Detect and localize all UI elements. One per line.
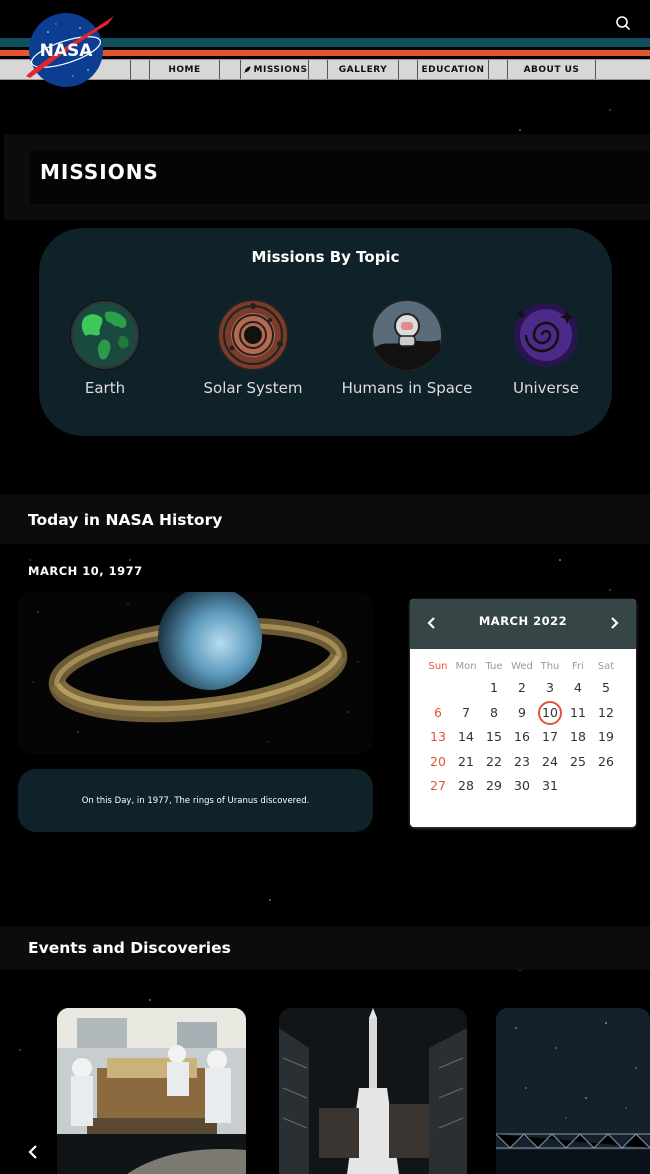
calendar-day[interactable]: 5	[592, 677, 620, 699]
events-section-title: Events and Discoveries	[28, 939, 231, 957]
uranus-image	[18, 592, 373, 754]
calendar-day[interactable]: 19	[592, 726, 620, 748]
earth-icon	[70, 300, 140, 370]
nav-missions[interactable]: MISSIONS	[240, 60, 309, 79]
calendar-day[interactable]: 6	[424, 702, 452, 724]
calendar-weekday: Sat	[597, 661, 615, 672]
calendar-day[interactable]: 29	[480, 775, 508, 797]
solar-system-icon	[217, 299, 289, 371]
calendar-month-title: MARCH 2022	[478, 614, 568, 628]
calendar-day[interactable]: 21	[452, 751, 480, 773]
astronaut-icon	[371, 299, 443, 371]
nav-spacer	[130, 60, 150, 79]
calendar-day[interactable]: 8	[480, 702, 508, 724]
calendar-day[interactable]: 13	[424, 726, 452, 748]
rocket-assembly-image	[279, 1008, 467, 1174]
calendar-day[interactable]: 25	[564, 751, 592, 773]
calendar-header: MARCH 2022	[410, 599, 636, 649]
rocket-icon	[243, 66, 251, 73]
calendar-weekday: Mon	[455, 661, 477, 672]
night-sky-image	[496, 1008, 650, 1174]
calendar-day[interactable]: 24	[536, 751, 564, 773]
nasa-logo[interactable]: NASA	[18, 10, 116, 90]
topic-universe[interactable]: Universe	[476, 298, 616, 398]
calendar-day[interactable]: 26	[592, 751, 620, 773]
calendar-day-selected[interactable]: 10	[538, 700, 562, 725]
calendar-day[interactable]: 4	[564, 677, 592, 699]
history-caption: On this Day, in 1977, The rings of Uranu…	[81, 795, 310, 806]
topic-heading: Missions By Topic	[251, 248, 400, 266]
page-title: MISSIONS	[40, 160, 159, 184]
calendar-day[interactable]: 18	[564, 726, 592, 748]
site-header: HOME MISSIONS GALLERY EDUCATION ABOUT US…	[0, 0, 650, 90]
calendar-weekday: Sun	[428, 661, 448, 672]
calendar-day[interactable]: 9	[508, 702, 536, 724]
calendar-day[interactable]: 16	[508, 726, 536, 748]
calendar-day[interactable]: 3	[536, 677, 564, 699]
missions-by-topic-card: Missions By Topic Earth Solar System Hum…	[39, 228, 612, 436]
topic-solar-system-label: Solar System	[203, 379, 303, 397]
nav-education-label: EDUCATION	[421, 64, 485, 75]
nav-gallery[interactable]: GALLERY	[327, 60, 399, 79]
calendar-weekday: Fri	[572, 661, 584, 672]
calendar-day[interactable]: 14	[452, 726, 480, 748]
nav-spacer	[488, 60, 508, 79]
nav-home[interactable]: HOME	[149, 60, 220, 79]
calendar-day[interactable]: 2	[508, 677, 536, 699]
history-section-title: Today in NASA History	[28, 511, 223, 529]
calendar-day[interactable]: 17	[536, 726, 564, 748]
calendar-day[interactable]: 27	[424, 775, 452, 797]
calendar-next-button[interactable]	[604, 613, 624, 633]
calendar-day[interactable]: 1	[480, 677, 508, 699]
calendar-weekday: Tue	[485, 661, 503, 672]
calendar-weekday: Thu	[540, 661, 560, 672]
calendar-day[interactable]: 22	[480, 751, 508, 773]
calendar-day[interactable]: 11	[564, 702, 592, 724]
chevron-left-icon	[28, 1145, 37, 1159]
cleanroom-image	[57, 1008, 246, 1174]
event-card[interactable]	[496, 1008, 650, 1174]
topic-universe-label: Universe	[513, 379, 579, 397]
nav-gallery-label: GALLERY	[338, 64, 388, 75]
search-icon[interactable]	[612, 12, 634, 34]
carousel-prev-button[interactable]	[24, 1140, 44, 1164]
nasa-logo-text: NASA	[40, 41, 94, 61]
nav-education[interactable]: EDUCATION	[417, 60, 489, 79]
nav-spacer	[219, 60, 241, 79]
uranus-illustration	[32, 592, 359, 743]
nav-about-us-label: ABOUT US	[523, 64, 580, 75]
calendar-day[interactable]: 15	[480, 726, 508, 748]
calendar-day[interactable]: 31	[536, 775, 564, 797]
nav-spacer	[308, 60, 328, 79]
chevron-right-icon	[611, 617, 619, 629]
calendar-day[interactable]: 28	[452, 775, 480, 797]
topic-earth[interactable]: Earth	[35, 298, 175, 398]
event-card[interactable]	[57, 1008, 246, 1174]
event-card[interactable]	[279, 1008, 467, 1174]
nav-home-label: HOME	[168, 64, 201, 75]
calendar-weekday: Wed	[511, 661, 533, 672]
topic-humans-in-space-label: Humans in Space	[341, 379, 473, 397]
calendar-day[interactable]: 12	[592, 702, 620, 724]
calendar-day[interactable]: 7	[452, 702, 480, 724]
topic-humans-in-space[interactable]: Humans in Space	[337, 298, 477, 398]
calendar-day[interactable]: 20	[424, 751, 452, 773]
calendar: MARCH 2022 Sun Mon Tue Wed Thu Fri Sat 1 2 3 4 5 6 7 8…	[410, 599, 636, 827]
history-caption-card: On this Day, in 1977, The rings of Uranu…	[18, 769, 373, 832]
topic-earth-label: Earth	[84, 379, 126, 397]
nav-spacer	[398, 60, 418, 79]
calendar-day[interactable]: 23	[508, 751, 536, 773]
topic-solar-system[interactable]: Solar System	[183, 298, 323, 398]
galaxy-icon	[514, 303, 578, 367]
nav-missions-label: MISSIONS	[253, 64, 308, 75]
history-date: MARCH 10, 1977	[28, 564, 143, 578]
calendar-day[interactable]: 30	[508, 775, 536, 797]
nav-about-us[interactable]: ABOUT US	[507, 60, 596, 79]
